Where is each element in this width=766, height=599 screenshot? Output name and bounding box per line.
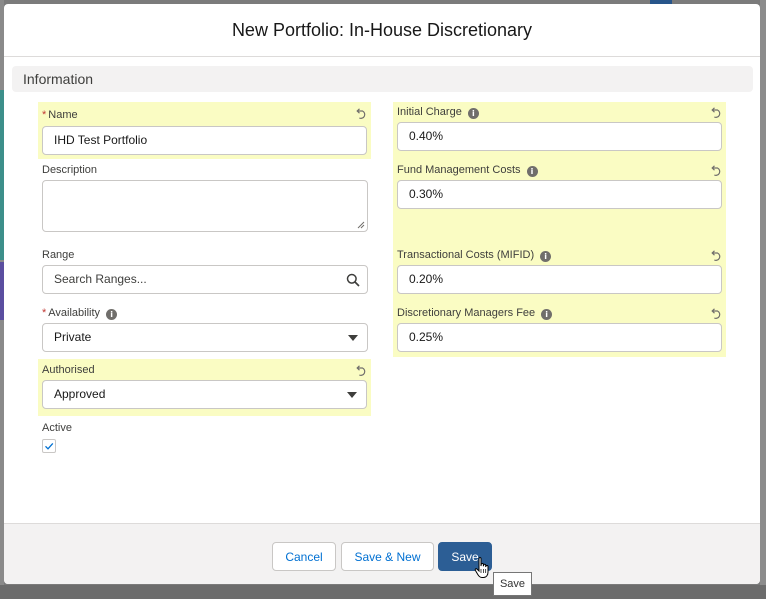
info-icon[interactable]: i [541,309,553,320]
authorised-label: Authorised [42,364,95,376]
range-placeholder: Search Ranges... [54,272,147,286]
check-icon [45,442,54,450]
search-icon [346,273,360,287]
authorised-field-group: Authorised Approved [38,359,371,416]
transactional-costs-input[interactable]: 0.20% [397,265,722,294]
hand-pointer-icon [474,557,489,578]
range-search-input[interactable]: Search Ranges... [42,265,368,294]
chevron-down-icon [347,392,357,398]
authorised-select[interactable]: Approved [42,380,367,409]
modal-header: New Portfolio: In-House Discretionary [4,4,760,57]
availability-label: * Availability i [42,307,118,320]
availability-select[interactable]: Private [42,323,368,352]
undo-icon[interactable] [355,365,367,377]
chevron-down-icon [348,335,358,341]
discretionary-managers-fee-label: Discretionary Managers Fee i [397,307,553,320]
background-page-bottom [0,585,766,599]
description-textarea[interactable] [42,180,368,232]
initial-charge-input[interactable]: 0.40% [397,122,722,151]
name-field-group: * Name IHD Test Portfolio [38,102,371,159]
name-label: * Name [42,109,78,121]
info-icon[interactable]: i [540,251,552,262]
active-label: Active [42,422,72,434]
range-label: Range [42,249,75,261]
undo-icon[interactable] [710,165,722,177]
name-input[interactable]: IHD Test Portfolio [42,126,367,155]
description-label: Description [42,164,98,176]
save-and-new-button[interactable]: Save & New [341,542,434,571]
section-header-information[interactable]: Information [12,66,753,92]
section-title: Information [23,71,94,87]
info-icon[interactable]: i [106,309,118,320]
fund-management-costs-input[interactable]: 0.30% [397,180,722,209]
active-checkbox[interactable] [42,439,56,453]
undo-icon[interactable] [710,107,722,119]
initial-charge-label: Initial Charge i [397,106,479,119]
cancel-button[interactable]: Cancel [272,542,336,571]
undo-icon[interactable] [355,108,367,120]
modal-footer: Cancel Save & New Save [4,523,760,584]
resize-handle-icon[interactable] [357,221,365,229]
fund-management-costs-label: Fund Management Costs i [397,164,538,177]
discretionary-managers-fee-input[interactable]: 0.25% [397,323,722,352]
undo-icon[interactable] [710,308,722,320]
undo-icon[interactable] [710,250,722,262]
info-icon[interactable]: i [467,108,479,119]
availability-value: Private [54,330,92,344]
save-tooltip: Save [493,572,532,596]
info-icon[interactable]: i [526,166,538,177]
modal-title: New Portfolio: In-House Discretionary [231,19,533,40]
authorised-value: Approved [54,387,106,401]
background-page-right [760,0,766,599]
transactional-costs-label: Transactional Costs (MIFID) i [397,249,552,262]
new-portfolio-modal: New Portfolio: In-House Discretionary In… [4,4,760,584]
